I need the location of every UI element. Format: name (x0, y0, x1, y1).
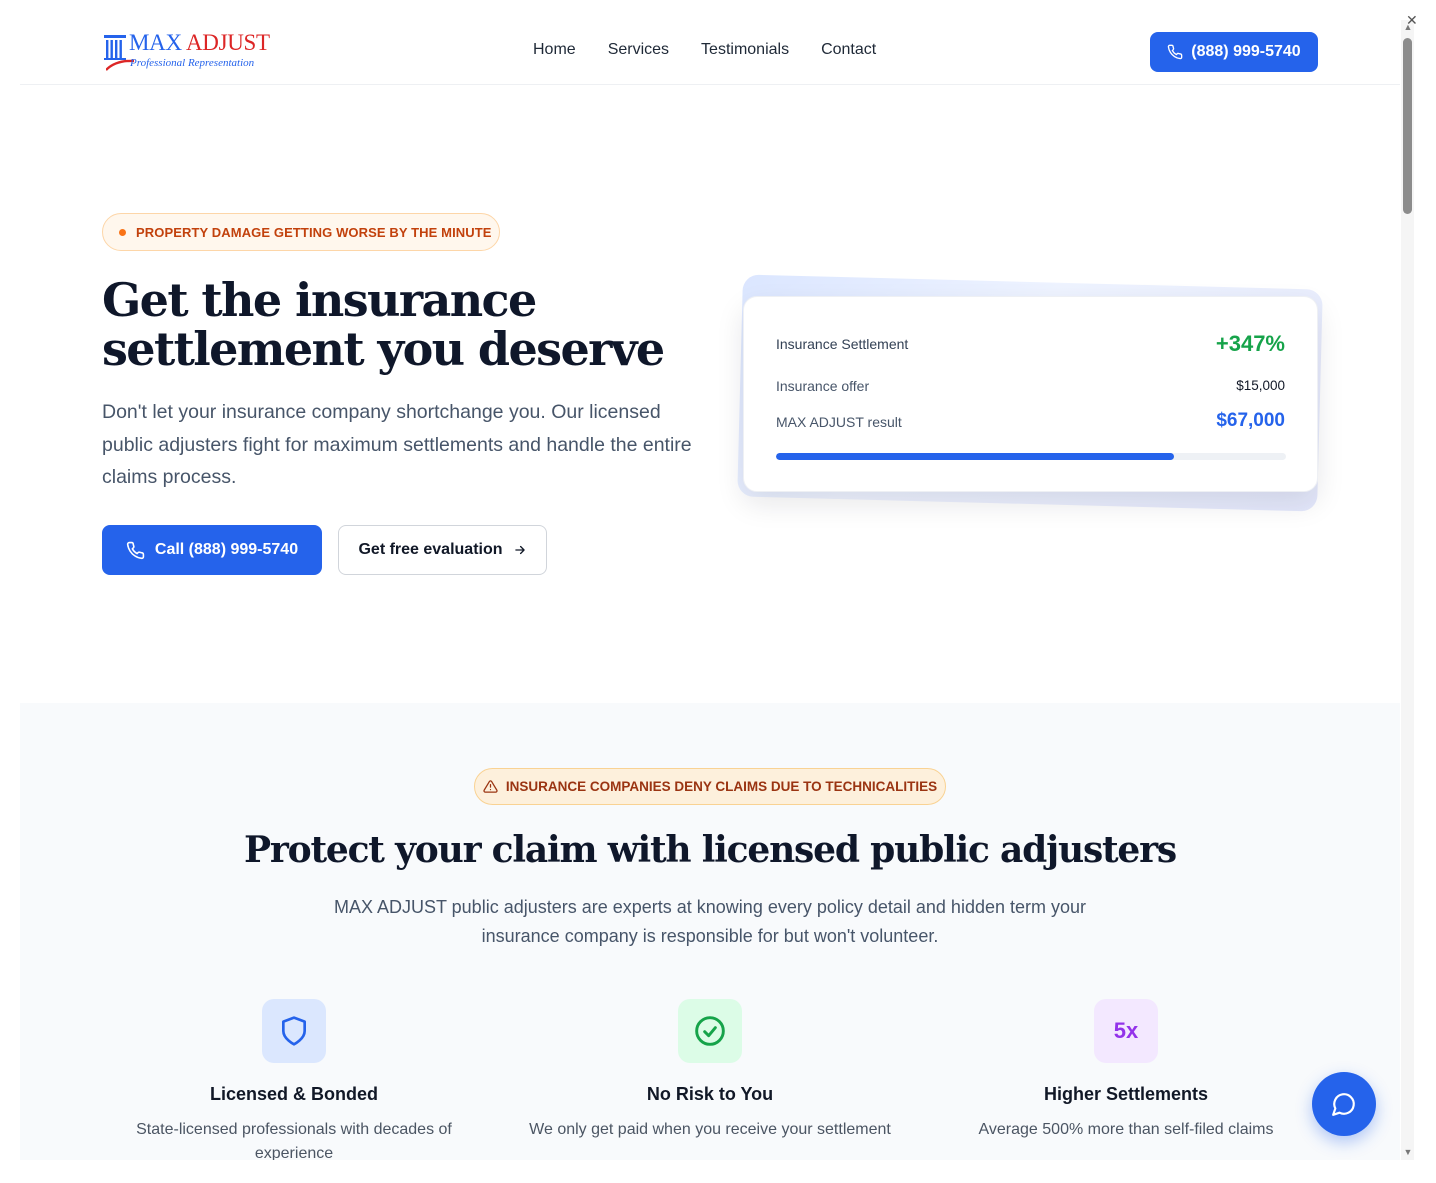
close-icon[interactable]: ✕ (1406, 12, 1418, 29)
section-subtitle: MAX ADJUST public adjusters are experts … (333, 897, 1087, 946)
feature-licensed: Licensed & Bonded State-licensed profess… (104, 999, 484, 1160)
arrow-right-icon (514, 545, 525, 555)
site-header: MAX ADJUST Professional Representation H… (20, 0, 1400, 85)
protect-section: INSURANCE COMPANIES DENY CLAIMS DUE TO T… (20, 703, 1400, 1160)
feature-description: We only get paid when you receive your s… (529, 1121, 891, 1138)
settlement-card: Insurance Settlement +347% Insurance off… (743, 296, 1318, 492)
settlement-increase: +347% (1215, 331, 1285, 356)
result-label: MAX ADJUST result (776, 414, 902, 430)
browser-frame: MAX ADJUST Professional Representation H… (0, 0, 1436, 1183)
settlement-progress-fill (776, 453, 1174, 460)
feature-description: Average 500% more than self-filed claims (978, 1121, 1274, 1138)
section-title: Protect your claim with licensed public … (244, 829, 1177, 871)
phone-icon (1168, 44, 1183, 60)
main-nav: Home Services Testimonials Contact (533, 41, 876, 59)
nav-home[interactable]: Home (533, 41, 576, 59)
page-viewport: MAX ADJUST Professional Representation H… (20, 0, 1400, 1160)
feature-higher-settlements: 5x Higher Settlements Average 500% more … (936, 999, 1316, 1142)
brand-name: MAX ADJUST (129, 30, 270, 55)
scroll-down-arrow-icon[interactable]: ▼ (1402, 1147, 1414, 1157)
nav-testimonials[interactable]: Testimonials (701, 41, 789, 59)
feature-icon-box (262, 999, 326, 1063)
check-circle-icon (695, 1016, 725, 1046)
phone-icon (126, 541, 145, 559)
hero-title: Get the insurance settlement you deserve (102, 273, 665, 376)
feature-title: Higher Settlements (1043, 1084, 1209, 1104)
call-button[interactable]: Call (888) 999-5740 (102, 525, 322, 575)
result-value: $67,000 (1216, 410, 1285, 431)
nav-services[interactable]: Services (608, 41, 669, 59)
logo[interactable]: MAX ADJUST Professional Representation (102, 30, 272, 72)
warning-badge: INSURANCE COMPANIES DENY CLAIMS DUE TO T… (474, 768, 946, 805)
multiplier-icon: 5x (1094, 999, 1158, 1063)
window-bottom-edge (0, 1160, 1436, 1183)
scrollbar-thumb[interactable] (1403, 38, 1412, 214)
urgency-badge-text: PROPERTY DAMAGE GETTING WORSE BY THE MIN… (136, 224, 492, 240)
header-phone-label: (888) 999-5740 (1191, 43, 1301, 60)
brand-tagline: Professional Representation (130, 57, 255, 69)
free-evaluation-label: Get free evaluation (358, 541, 503, 558)
feature-icon-box (678, 999, 742, 1063)
feature-no-risk: No Risk to You We only get paid when you… (520, 999, 900, 1142)
call-button-label: Call (888) 999-5740 (154, 541, 299, 558)
nav-contact[interactable]: Contact (821, 41, 876, 59)
feature-title: No Risk to You (646, 1084, 774, 1104)
offer-value: $15,000 (1236, 378, 1285, 393)
settlement-heading: Insurance Settlement (776, 336, 909, 352)
shield-icon (282, 1016, 306, 1046)
warning-triangle-icon (483, 780, 498, 793)
free-evaluation-button[interactable]: Get free evaluation (338, 525, 547, 575)
feature-title: Licensed & Bonded (209, 1084, 379, 1104)
offer-label: Insurance offer (776, 378, 870, 394)
urgency-badge: PROPERTY DAMAGE GETTING WORSE BY THE MIN… (102, 213, 500, 251)
chat-bubble-icon (1332, 1093, 1355, 1116)
warning-badge-text: INSURANCE COMPANIES DENY CLAIMS DUE TO T… (505, 779, 938, 794)
header-phone-button[interactable]: (888) 999-5740 (1150, 32, 1318, 72)
feature-description: State-licensed professionals with decade… (136, 1121, 452, 1160)
chat-button[interactable] (1312, 1072, 1376, 1136)
settlement-progress-track (776, 453, 1286, 460)
hero-subtitle: Don't let your insurance company shortch… (102, 401, 692, 488)
badge-dot-icon (119, 228, 126, 236)
